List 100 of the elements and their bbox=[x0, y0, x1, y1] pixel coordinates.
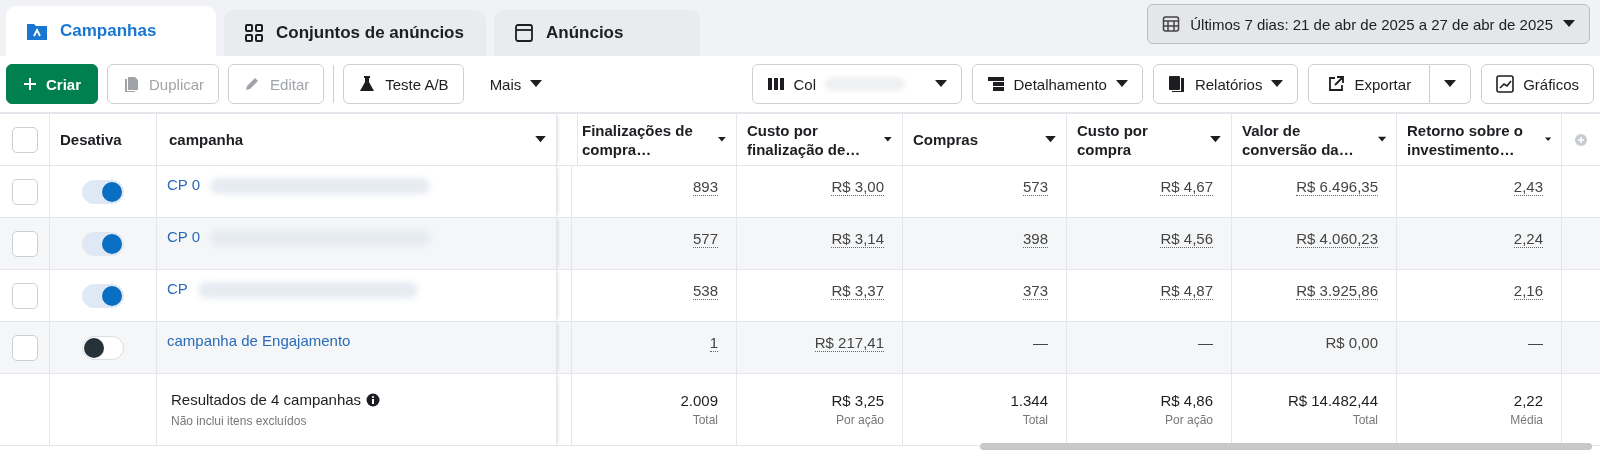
tab[interactable]: Anúncios bbox=[494, 10, 700, 56]
toggle-switch[interactable] bbox=[82, 179, 124, 204]
caret-icon bbox=[1210, 136, 1221, 143]
total-label: Por ação bbox=[835, 413, 884, 427]
column-header[interactable]: Retorno sobre o investimento… bbox=[1407, 120, 1539, 159]
column-header[interactable]: Custo por compra bbox=[1077, 120, 1205, 159]
toggle-switch[interactable] bbox=[82, 231, 124, 256]
total-label: Por ação bbox=[1164, 413, 1213, 427]
table-cell: — bbox=[1033, 334, 1048, 351]
book-icon bbox=[1167, 75, 1186, 93]
table-cell: 2,24 bbox=[1513, 230, 1543, 248]
total-value: 2,22 bbox=[1513, 392, 1543, 409]
table-cell: R$ 4,67 bbox=[1160, 178, 1213, 196]
total-value: R$ 14.482,44 bbox=[1287, 392, 1378, 409]
tab[interactable]: Conjuntos de anúncios bbox=[224, 10, 486, 56]
caret-icon bbox=[934, 80, 947, 88]
caret-icon bbox=[1115, 80, 1128, 88]
caret-icon bbox=[884, 136, 892, 143]
results-summary: Resultados de 4 campanhas bbox=[171, 391, 362, 408]
date-range-picker[interactable]: Últimos 7 dias: 21 de abr de 2025 a 27 de abr de 2025 bbox=[1147, 4, 1590, 44]
table-cell: R$ 3.925,86 bbox=[1296, 282, 1378, 300]
total-value: 2.009 bbox=[680, 392, 718, 409]
caret-icon bbox=[1271, 80, 1284, 88]
toggle-switch[interactable] bbox=[82, 283, 124, 308]
column-header[interactable]: campanha bbox=[169, 131, 244, 148]
toolbar-button[interactable]: Criar bbox=[6, 64, 99, 104]
campaign-link[interactable]: CP bbox=[167, 280, 188, 297]
table-cell: R$ 3,00 bbox=[831, 178, 884, 196]
plus-icon bbox=[23, 77, 37, 91]
column-header[interactable]: Desativa bbox=[60, 131, 122, 148]
table-row[interactable]: CP 0 577 R$ 3,14 398 R$ 4,56 R$ 4.060,23 2,24 bbox=[0, 218, 1600, 270]
caret-icon bbox=[1045, 136, 1056, 143]
copy-icon bbox=[122, 75, 141, 93]
table-cell: R$ 0,00 bbox=[1325, 334, 1378, 351]
table-cell: 538 bbox=[692, 282, 718, 300]
campaign-link[interactable]: CP 0 bbox=[167, 228, 201, 245]
campaign-link[interactable]: CP 0 bbox=[167, 176, 201, 193]
table-row[interactable]: campanha de Engajamento 1 R$ 217,41 — — R$ 0,00 — bbox=[0, 322, 1600, 374]
grid-icon bbox=[244, 23, 264, 43]
total-value: R$ 3,25 bbox=[831, 392, 884, 409]
campaign-link[interactable]: campanha de Engajamento bbox=[167, 332, 351, 349]
toolbar-button[interactable]: Exportar bbox=[1308, 64, 1431, 104]
flask-icon bbox=[358, 75, 377, 93]
table-cell: R$ 4.060,23 bbox=[1296, 230, 1378, 248]
caret-icon bbox=[718, 136, 726, 143]
stack-icon bbox=[986, 76, 1005, 92]
table-cell: R$ 4,56 bbox=[1160, 230, 1213, 248]
table-cell: 1 bbox=[709, 334, 718, 352]
table-cell: R$ 6.496,35 bbox=[1296, 178, 1378, 196]
table-cell: 893 bbox=[692, 178, 718, 196]
summary-note: Não inclui itens excluídos bbox=[171, 414, 307, 428]
table-cell: R$ 4,87 bbox=[1160, 282, 1213, 300]
column-header[interactable]: Finalizações de compra… bbox=[582, 120, 713, 159]
table-cell: R$ 3,37 bbox=[831, 282, 884, 300]
total-value: 1.344 bbox=[1010, 392, 1048, 409]
caret-icon bbox=[530, 80, 543, 88]
column-header[interactable]: Valor de conversão da… bbox=[1242, 120, 1372, 159]
caret-icon bbox=[1444, 80, 1457, 88]
total-label: Total bbox=[1022, 413, 1048, 427]
chart-icon bbox=[1496, 75, 1515, 93]
checkbox[interactable] bbox=[11, 230, 38, 257]
table-row[interactable]: CP 0 893 R$ 3,00 573 R$ 4,67 R$ 6.496,35 2,43 bbox=[0, 166, 1600, 218]
calendar-icon bbox=[1162, 15, 1181, 33]
checkbox[interactable] bbox=[11, 334, 38, 361]
tab[interactable]: Campanhas bbox=[6, 6, 216, 56]
total-label: Total bbox=[692, 413, 718, 427]
table-cell: — bbox=[1198, 334, 1213, 351]
toolbar-button[interactable]: Detalhamento bbox=[971, 64, 1143, 104]
total-label: Média bbox=[1510, 413, 1543, 427]
table-row[interactable]: CP 538 R$ 3,37 373 R$ 4,87 R$ 3.925,86 2,16 bbox=[0, 270, 1600, 322]
caret-icon bbox=[535, 136, 546, 143]
toolbar-button[interactable]: Teste A/B bbox=[343, 64, 464, 104]
toolbar-button[interactable]: Relatórios bbox=[1152, 64, 1299, 104]
info-icon[interactable] bbox=[366, 392, 381, 407]
table-cell: 398 bbox=[1022, 230, 1048, 248]
add-column-icon[interactable] bbox=[1574, 132, 1588, 147]
caret-icon bbox=[1544, 136, 1551, 143]
checkbox[interactable] bbox=[11, 126, 38, 153]
table-cell: — bbox=[1528, 334, 1543, 351]
checkbox[interactable] bbox=[11, 282, 38, 309]
table-cell: 2,16 bbox=[1513, 282, 1543, 300]
table-cell: 2,43 bbox=[1513, 178, 1543, 196]
toolbar-button[interactable]: Gráficos bbox=[1481, 64, 1594, 104]
total-value: R$ 4,86 bbox=[1160, 392, 1213, 409]
column-header[interactable]: Compras bbox=[913, 130, 979, 149]
external-link-icon bbox=[1327, 75, 1346, 93]
table-cell: 577 bbox=[692, 230, 718, 248]
table-cell: 573 bbox=[1022, 178, 1048, 196]
checkbox[interactable] bbox=[11, 178, 38, 205]
toolbar-button[interactable]: Col bbox=[751, 64, 962, 104]
caret-icon bbox=[1377, 136, 1386, 143]
table-cell: R$ 217,41 bbox=[814, 334, 884, 352]
column-header[interactable]: Custo por finalização de… bbox=[747, 120, 879, 159]
dropdown-button[interactable] bbox=[1430, 64, 1472, 104]
table-cell: 373 bbox=[1022, 282, 1048, 300]
columns-icon bbox=[766, 76, 785, 92]
folder-icon bbox=[26, 21, 48, 41]
table-cell: R$ 3,14 bbox=[831, 230, 884, 248]
toggle-switch[interactable] bbox=[82, 335, 124, 360]
scrollbar-thumb[interactable] bbox=[980, 443, 1592, 450]
